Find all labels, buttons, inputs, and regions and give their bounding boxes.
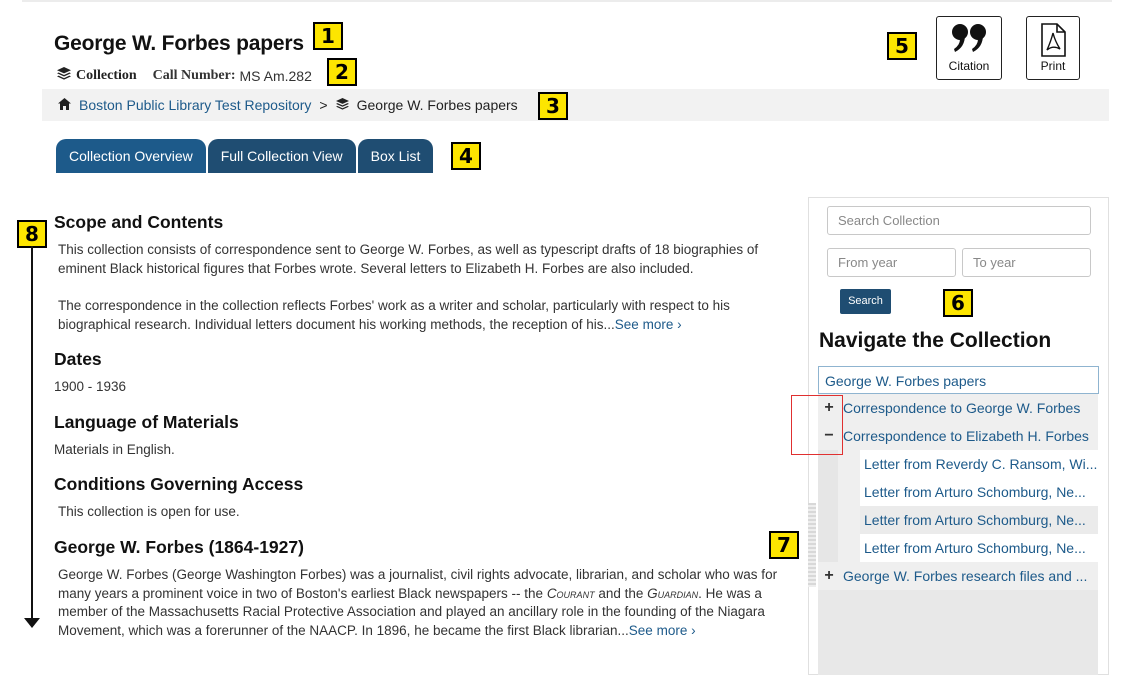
- top-divider: [22, 0, 1112, 2]
- dates-value: 1900 - 1936: [54, 379, 127, 394]
- dates-heading: Dates: [54, 349, 102, 369]
- annotation-badge-5: 5: [887, 32, 917, 60]
- access-value: This collection is open for use.: [58, 504, 240, 519]
- home-icon: [58, 97, 71, 113]
- bio-and: and the: [594, 585, 648, 601]
- search-collection-input[interactable]: Search Collection: [827, 206, 1091, 235]
- tree-item-label: George W. Forbes research files and ...: [843, 568, 1088, 584]
- tree-gutter: [818, 534, 838, 562]
- tree-gutter: [838, 478, 860, 506]
- bio-guardian: Guardian: [647, 585, 699, 601]
- tree-item-label: Correspondence to George W. Forbes: [843, 400, 1081, 416]
- tree-item-label: Correspondence to Elizabeth H. Forbes: [843, 428, 1089, 444]
- tree-item-letter-schomburg-1[interactable]: Letter from Arturo Schomburg, Ne...: [860, 478, 1098, 506]
- tree-item-label: Letter from Arturo Schomburg, Ne...: [864, 540, 1086, 556]
- biography-paragraph: George W. Forbes (George Washington Forb…: [58, 566, 788, 640]
- sidebar-resize-handle[interactable]: [808, 503, 816, 587]
- quote-icon: [952, 24, 986, 52]
- language-value: Materials in English.: [54, 442, 175, 457]
- search-button[interactable]: Search: [840, 289, 891, 314]
- tab-full-collection-view[interactable]: Full Collection View: [207, 139, 356, 173]
- annotation-badge-8: 8: [17, 220, 47, 248]
- record-meta: Collection Call Number: MS Am.282: [57, 67, 312, 85]
- call-number-label: Call Number:: [152, 68, 236, 83]
- scope-paragraph-1: This collection consists of corresponden…: [58, 242, 759, 276]
- from-year-input[interactable]: From year: [827, 248, 956, 277]
- bio-courant: Courant: [546, 585, 595, 601]
- print-label: Print: [1040, 59, 1066, 73]
- tree-item-letter-schomburg-2[interactable]: Letter from Arturo Schomburg, Ne...: [860, 506, 1098, 534]
- print-button[interactable]: Print: [1026, 16, 1080, 80]
- biography-heading: George W. Forbes (1864-1927): [54, 537, 304, 557]
- breadcrumb: Boston Public Library Test Repository > …: [42, 89, 1109, 121]
- tree-item-label: Letter from Arturo Schomburg, Ne...: [864, 512, 1086, 528]
- breadcrumb-current: George W. Forbes papers: [356, 97, 518, 113]
- citation-label: Citation: [948, 59, 990, 73]
- collection-type-label: Collection: [76, 68, 137, 83]
- tab-collection-overview[interactable]: Collection Overview: [56, 139, 206, 173]
- annotation-badge-3: 3: [538, 92, 568, 120]
- language-heading: Language of Materials: [54, 412, 239, 432]
- scope-heading: Scope and Contents: [54, 212, 224, 232]
- breadcrumb-separator: >: [319, 97, 328, 113]
- to-year-input[interactable]: To year: [962, 248, 1091, 277]
- scope-see-more-link[interactable]: See more ›: [615, 317, 682, 332]
- page-title: George W. Forbes papers: [54, 32, 304, 55]
- annotation-badge-1: 1: [313, 22, 343, 50]
- call-number-value: MS Am.282: [239, 68, 312, 84]
- scroll-arrow-head: [24, 618, 40, 628]
- tree-item-label: Letter from Arturo Schomburg, Ne...: [864, 484, 1086, 500]
- tree-item-label: Letter from Reverdy C. Ransom, Wi...: [864, 456, 1098, 472]
- annotation-badge-7: 7: [769, 531, 799, 559]
- breadcrumb-repository-link[interactable]: Boston Public Library Test Repository: [79, 97, 311, 113]
- tree-gutter: [838, 534, 860, 562]
- citation-button[interactable]: Citation: [936, 16, 1002, 80]
- annotation-badge-6: 6: [943, 289, 973, 317]
- navigate-heading: Navigate the Collection: [819, 329, 1052, 352]
- tree-root-item[interactable]: George W. Forbes papers: [818, 366, 1099, 394]
- scope-paragraph-2: The correspondence in the collection ref…: [58, 297, 793, 334]
- tree-item-correspondence-george[interactable]: Correspondence to George W. Forbes: [818, 394, 1098, 422]
- collection-layers-icon: [57, 67, 71, 85]
- tab-box-list[interactable]: Box List: [357, 139, 434, 173]
- tree-item-research-files[interactable]: George W. Forbes research files and ...: [818, 562, 1098, 590]
- collection-layers-icon: [335, 97, 349, 113]
- tree-gutter: [818, 506, 838, 534]
- tree-item-letter-schomburg-3[interactable]: Letter from Arturo Schomburg, Ne...: [860, 534, 1098, 562]
- annotation-badge-2: 2: [327, 58, 357, 86]
- bio-see-more-link[interactable]: See more ›: [629, 623, 696, 638]
- tree-item-correspondence-elizabeth[interactable]: Correspondence to Elizabeth H. Forbes: [818, 422, 1098, 450]
- collection-tabs: Collection Overview Full Collection View…: [56, 139, 435, 173]
- tree-gutter: [838, 506, 860, 534]
- access-heading: Conditions Governing Access: [54, 474, 304, 494]
- expand-icon[interactable]: +: [819, 562, 839, 590]
- scroll-arrow-line: [31, 246, 33, 620]
- annotation-badge-4: 4: [451, 142, 481, 170]
- toggle-highlight-box: [791, 395, 843, 455]
- pdf-file-icon: [1041, 23, 1066, 57]
- tree-gutter: [818, 478, 838, 506]
- tree-item-letter-ransom[interactable]: Letter from Reverdy C. Ransom, Wi...: [860, 450, 1098, 478]
